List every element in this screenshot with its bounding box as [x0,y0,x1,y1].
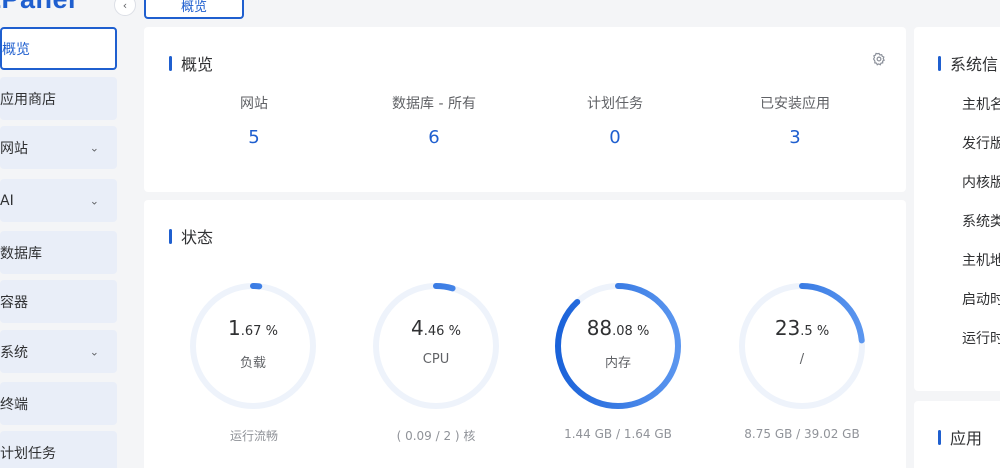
system-info-title: 系统信 [938,51,998,75]
gauge-label: CPU [422,352,450,367]
stat-installed-apps[interactable]: 已安装应用 3 [715,93,875,148]
gauge-label: / [799,352,805,367]
status-card: 状态 1.67 % 负载 运行流畅 4.46 % CPU ( 0.09 / 2 … [144,200,906,468]
gauge-value: 4.46 % [411,316,461,340]
chevron-left-icon: ‹ [122,0,128,12]
gauge-memory-detail: 1.44 GB / 1.64 GB [564,427,672,441]
sidebar: 1Panel ‹ 概览 应用商店 网站 ⌄ AI ⌄ 数据库 容器 系统 ⌄ 终… [0,0,136,468]
status-title: 状态 [169,224,213,248]
sidebar-item-label: 概览 [2,41,30,58]
title-accent-bar [169,55,172,71]
sidebar-item-app-store[interactable]: 应用商店 [0,77,117,120]
stat-label: 数据库 - 所有 [392,96,476,112]
sidebar-item-overview[interactable]: 概览 [0,27,117,70]
chevron-down-icon: ⌄ [89,345,99,358]
stat-databases[interactable]: 数据库 - 所有 6 [354,93,514,148]
chevron-down-icon: ⌄ [89,194,99,207]
sidebar-item-label: 计划任务 [0,445,56,462]
stat-label: 网站 [240,96,268,112]
sidebar-item-cron[interactable]: 计划任务 [0,431,117,468]
app-logo: 1Panel [0,0,76,14]
gauge-ring [555,283,681,409]
gauge-arc [555,283,681,409]
gauge-label: 负载 [239,356,266,371]
overview-card: 概览 网站 5 数据库 - 所有 6 计划任务 0 已安装应用 3 [144,27,906,192]
stat-value[interactable]: 5 [174,127,334,148]
title-accent-bar [938,429,941,445]
sidebar-item-label: 应用商店 [0,91,56,108]
system-info-label: 发行版 [962,136,1000,152]
gauge-value: 1.67 % [228,316,278,340]
gauge-memory[interactable]: 88.08 % 内存 [552,280,684,412]
stat-value[interactable]: 6 [354,127,514,148]
gauge-value: 88.08 % [586,316,650,340]
system-info-title-text: 系统信 [950,55,999,74]
gauge-ring [373,283,499,409]
system-info-label: 主机名 [962,97,1000,113]
chevron-down-icon: ⌄ [89,141,99,154]
stat-label: 计划任务 [587,96,643,112]
sidebar-item-ai[interactable]: AI ⌄ [0,179,117,222]
system-info-label: 系统类 [962,214,1000,230]
stat-cron-jobs[interactable]: 计划任务 0 [535,93,695,148]
apps-card: 应用 [914,401,1000,468]
sidebar-item-label: 数据库 [0,245,42,262]
gauge-track [190,283,316,409]
title-accent-bar [938,55,941,71]
system-info-label: 内核版 [962,175,1000,191]
gear-icon[interactable] [872,51,886,66]
gauge-disk-detail: 8.75 GB / 39.02 GB [744,427,860,441]
collapse-sidebar-button[interactable]: ‹ [114,0,136,16]
gauge-cpu-detail: ( 0.09 / 2 ) 核 [396,429,476,443]
sidebar-item-label: 终端 [0,396,28,413]
gauge-load[interactable]: 1.67 % 负载 [187,280,319,412]
system-info-label: 主机地 [962,253,1000,269]
sidebar-item-label: 系统 [0,344,28,361]
system-info-label: 运行时 [962,331,1000,347]
sidebar-item-system[interactable]: 系统 ⌄ [0,330,117,373]
sidebar-item-label: 网站 [0,140,28,157]
stat-value[interactable]: 0 [535,127,695,148]
overview-title-text: 概览 [181,55,214,74]
tab-label: 概览 [180,0,207,15]
stat-websites[interactable]: 网站 5 [174,93,334,148]
gauge-value: 23.5 % [774,316,830,340]
sidebar-item-label: 容器 [0,294,28,311]
gauge-load-detail: 运行流畅 [229,429,278,443]
overview-title: 概览 [169,51,213,75]
apps-title-text: 应用 [950,429,983,448]
gauge-ring [739,283,865,409]
sidebar-item-label: AI [0,192,14,209]
tab-overview[interactable]: 概览 [144,0,244,19]
sidebar-item-containers[interactable]: 容器 [0,280,117,323]
gauge-label: 内存 [604,356,631,371]
status-title-text: 状态 [181,228,214,247]
gauge-ring [190,283,316,409]
gauge-disk[interactable]: 23.5 % / [736,280,868,412]
apps-title: 应用 [938,425,982,449]
gauge-cpu[interactable]: 4.46 % CPU [370,280,502,412]
sidebar-item-terminal[interactable]: 终端 [0,382,117,425]
sidebar-item-databases[interactable]: 数据库 [0,231,117,274]
stat-label: 已安装应用 [760,96,830,112]
stat-value[interactable]: 3 [715,127,875,148]
sidebar-item-websites[interactable]: 网站 ⌄ [0,126,117,169]
title-accent-bar [169,228,172,244]
system-info-label: 启动时 [962,292,1000,308]
gauge-track [373,283,499,409]
